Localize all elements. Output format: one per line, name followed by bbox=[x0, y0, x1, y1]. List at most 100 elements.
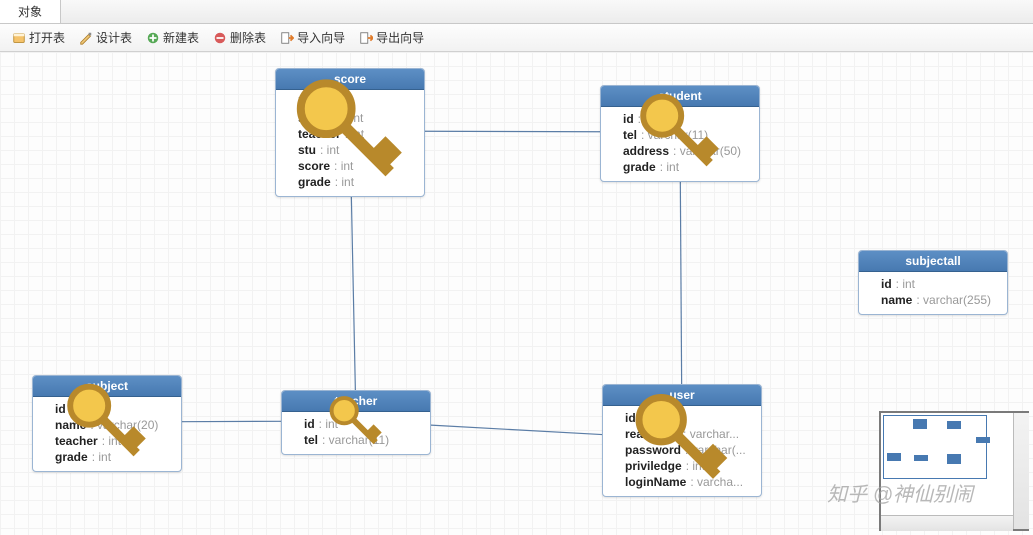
export-wizard-button[interactable]: 导出向导 bbox=[353, 27, 430, 48]
column-name: id bbox=[55, 402, 66, 416]
column-type: : int bbox=[344, 111, 363, 125]
column-row: id : int bbox=[865, 276, 1001, 292]
column-row: score: int bbox=[282, 158, 418, 174]
column-name: name bbox=[55, 418, 86, 432]
column-row: id: int bbox=[288, 416, 424, 432]
design-icon bbox=[79, 31, 93, 45]
column-row: teacher: int bbox=[282, 126, 418, 142]
relation-line bbox=[425, 131, 600, 132]
entity-title: subjectall bbox=[859, 251, 1007, 272]
relation-line bbox=[680, 179, 681, 384]
column-name: loginName bbox=[625, 475, 686, 489]
er-canvas[interactable]: scoreid: intsubject: intteacher: intstu:… bbox=[0, 52, 1033, 535]
column-type: : varchar(... bbox=[685, 443, 746, 457]
column-name: id bbox=[625, 411, 636, 425]
column-type: : int bbox=[70, 402, 89, 416]
entity-score[interactable]: scoreid: intsubject: intteacher: intstu:… bbox=[275, 68, 425, 197]
column-row: id : int bbox=[39, 401, 175, 417]
column-name: teacher bbox=[298, 127, 341, 141]
column-row: priviledge : int bbox=[609, 458, 755, 474]
open-table-label: 打开表 bbox=[29, 29, 65, 46]
design-table-label: 设计表 bbox=[96, 29, 132, 46]
column-name: tel bbox=[623, 128, 637, 142]
plus-icon bbox=[146, 31, 160, 45]
minimap[interactable] bbox=[879, 411, 1029, 531]
column-name: id bbox=[881, 277, 892, 291]
tab-bar: 对象 bbox=[0, 0, 1033, 24]
column-row: name : varchar(255) bbox=[865, 292, 1001, 308]
column-type: : int bbox=[102, 434, 121, 448]
column-name: grade bbox=[55, 450, 88, 464]
column-name: subject bbox=[298, 111, 340, 125]
import-wizard-button[interactable]: 导入向导 bbox=[274, 27, 351, 48]
relation-line bbox=[431, 425, 602, 434]
column-row: id : int bbox=[609, 410, 755, 426]
column-type: : varchar... bbox=[683, 427, 739, 441]
open-table-button[interactable]: 打开表 bbox=[6, 27, 71, 48]
column-type: : varchar(255) bbox=[916, 293, 991, 307]
column-type: : int bbox=[660, 160, 679, 174]
entity-title: teacher bbox=[282, 391, 430, 412]
export-icon bbox=[359, 31, 373, 45]
column-name: stu bbox=[298, 143, 316, 157]
entity-columns: id: intsubject: intteacher: intstu: ints… bbox=[276, 90, 424, 196]
column-row: grade : int bbox=[282, 174, 418, 190]
column-type: : int bbox=[640, 411, 659, 425]
relation-line bbox=[351, 194, 355, 390]
column-row: address: varchar(50) bbox=[607, 143, 753, 159]
column-row: id : int bbox=[282, 94, 418, 110]
column-type: : varchar(20) bbox=[90, 418, 158, 432]
entity-student[interactable]: studentid: inttel: varchar(11)address: v… bbox=[600, 85, 760, 182]
column-row: subject : int bbox=[282, 110, 418, 126]
entity-title: subject bbox=[33, 376, 181, 397]
column-type: : int bbox=[686, 459, 705, 473]
column-type: : int bbox=[334, 159, 353, 173]
column-type: : varchar(50) bbox=[673, 144, 741, 158]
column-row: stu: int bbox=[282, 142, 418, 158]
delete-table-button[interactable]: 删除表 bbox=[207, 27, 272, 48]
minimap-scroll-vertical[interactable] bbox=[1013, 413, 1029, 529]
export-wizard-label: 导出向导 bbox=[376, 29, 424, 46]
column-name: password bbox=[625, 443, 681, 457]
column-name: id bbox=[298, 95, 309, 109]
minus-icon bbox=[213, 31, 227, 45]
entity-columns: id: intname: varchar(20)teacher: intgrad… bbox=[33, 397, 181, 471]
column-name: grade bbox=[298, 175, 331, 189]
entity-subjectall[interactable]: subjectall id : int name : varchar(255) bbox=[858, 250, 1008, 315]
import-wizard-label: 导入向导 bbox=[297, 29, 345, 46]
entity-title: user bbox=[603, 385, 761, 406]
column-name: tel bbox=[304, 433, 318, 447]
column-name: name bbox=[881, 293, 912, 307]
delete-table-label: 删除表 bbox=[230, 29, 266, 46]
entity-user[interactable]: userid: intrealName: varchar...password:… bbox=[602, 384, 762, 497]
entity-teacher[interactable]: teacherid: inttel: varchar(11) bbox=[281, 390, 431, 455]
new-table-button[interactable]: 新建表 bbox=[140, 27, 205, 48]
column-name: id bbox=[623, 112, 634, 126]
column-row: grade : int bbox=[39, 449, 175, 465]
column-type: : varchar(11) bbox=[641, 128, 708, 142]
open-icon bbox=[12, 31, 26, 45]
column-row: tel: varchar(11) bbox=[288, 432, 424, 448]
entity-columns: id: inttel: varchar(11) bbox=[282, 412, 430, 454]
column-type: : int bbox=[335, 175, 354, 189]
entity-title: score bbox=[276, 69, 424, 90]
entity-columns: id : int name : varchar(255) bbox=[859, 272, 1007, 314]
minimap-scroll-horizontal[interactable] bbox=[881, 515, 1013, 531]
column-type: : int bbox=[313, 95, 332, 109]
new-table-label: 新建表 bbox=[163, 29, 199, 46]
entity-subject[interactable]: subject id : int name : varchar(20) teacher : … bbox=[32, 375, 182, 472]
column-type: : int bbox=[896, 277, 915, 291]
tab-objects[interactable]: 对象 bbox=[0, 0, 61, 23]
column-name: teacher bbox=[55, 434, 98, 448]
design-table-button[interactable]: 设计表 bbox=[73, 27, 138, 48]
column-row: id: int bbox=[607, 111, 753, 127]
column-row: teacher : int bbox=[39, 433, 175, 449]
column-row: loginName: varcha... bbox=[609, 474, 755, 490]
column-type: : int bbox=[92, 450, 111, 464]
column-name: priviledge bbox=[625, 459, 682, 473]
minimap-viewport[interactable] bbox=[883, 415, 987, 479]
entity-columns: id: intrealName: varchar...password: var… bbox=[603, 406, 761, 496]
entity-title: student bbox=[601, 86, 759, 107]
import-icon bbox=[280, 31, 294, 45]
entity-columns: id: inttel: varchar(11)address: varchar(… bbox=[601, 107, 759, 181]
